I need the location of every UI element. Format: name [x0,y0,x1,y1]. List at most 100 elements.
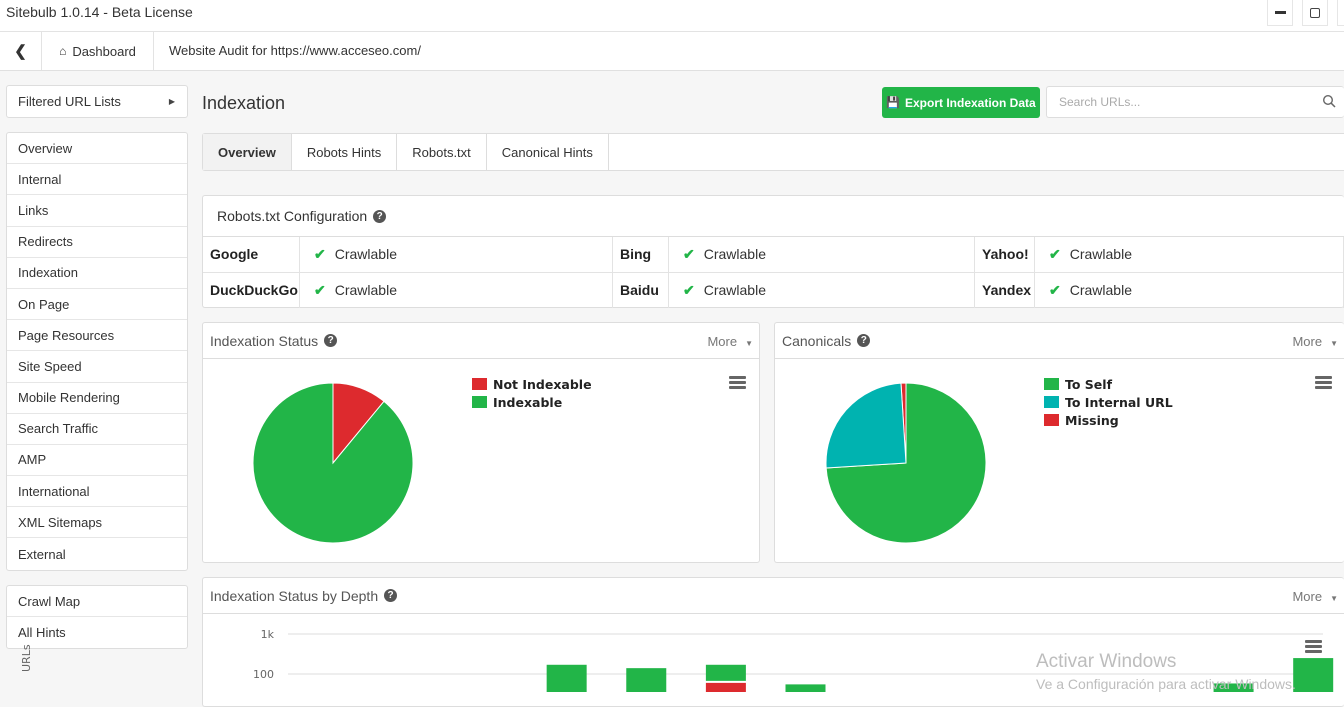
help-icon[interactable]: ? [384,589,398,602]
legend-label: Not Indexable [493,376,592,392]
more-dropdown[interactable]: More ▼ [707,334,753,349]
tab-overview[interactable]: Overview [203,134,292,170]
sidebar-item-crawl-map[interactable]: Crawl Map [7,586,187,618]
check-icon: ✔ [1049,281,1061,298]
legend-item[interactable]: To Self [1044,375,1173,393]
sidebar-item-page-resources[interactable]: Page Resources [7,320,187,352]
help-icon[interactable]: ? [857,334,871,347]
crawl-status: ✔ Crawlable [300,237,613,273]
crawl-status: ✔ Crawlable [669,272,975,308]
more-dropdown[interactable]: More ▼ [1292,589,1338,604]
help-icon[interactable]: ? [324,334,338,347]
depth-bar-chart: 1k 100 [253,628,1334,692]
dashboard-label: Dashboard [72,43,136,59]
bar-not-indexable[interactable] [705,682,746,692]
status-text: Crawlable [334,246,397,263]
more-dropdown[interactable]: More ▼ [1292,334,1338,349]
dashboard-link[interactable]: ⌂ Dashboard [42,32,154,70]
pie-slice-indexable[interactable] [252,382,414,544]
tab-robots-txt[interactable]: Robots.txt [397,134,487,170]
breadcrumb: Website Audit for https://www.acceseo.co… [169,43,421,58]
bar-indexable[interactable] [626,668,667,692]
caret-right-icon: ▶ [168,97,175,106]
sidebar-item-on-page[interactable]: On Page [7,289,187,321]
sidebar-item-amp[interactable]: AMP [7,445,187,477]
legend-item[interactable]: Missing [1044,411,1173,429]
close-button[interactable] [1337,0,1344,26]
bar-indexable[interactable] [1293,658,1334,692]
chart-legend: To Self To Internal URL Missing [1044,375,1173,429]
chevron-left-icon: ❮ [14,43,27,60]
check-icon: ✔ [1049,245,1061,262]
legend-swatch [1044,378,1059,390]
legend-label: Missing [1065,412,1119,428]
indexation-pie-chart [252,382,414,544]
home-icon: ⌂ [59,44,67,58]
sidebar-extra-nav: Crawl Map All Hints [6,585,188,650]
bar-indexable[interactable] [705,664,746,681]
sidebar-item-redirects[interactable]: Redirects [7,227,187,258]
sidebar-item-international[interactable]: International [7,476,187,508]
check-icon: ✔ [683,281,695,298]
legend-label: To Internal URL [1065,394,1173,410]
tab-canonical-hints[interactable]: Canonical Hints [487,134,609,170]
legend-swatch [1044,396,1059,408]
sidebar-item-mobile-rendering[interactable]: Mobile Rendering [7,383,187,414]
filtered-url-lists-button[interactable]: Filtered URL Lists ▶ [6,85,188,118]
sidebar-item-links[interactable]: Links [7,195,187,227]
sidebar-item-all-hints[interactable]: All Hints [7,617,187,648]
status-text: Crawlable [1069,282,1132,299]
robots-config-panel: Robots.txt Configuration ? Google ✔ Crawla… [202,195,1344,308]
search-box [1046,86,1344,118]
sidebar-item-site-speed[interactable]: Site Speed [7,351,187,383]
help-icon[interactable]: ? [373,209,387,223]
window-title: Sitebulb 1.0.14 - Beta License [6,4,193,20]
search-input[interactable] [1047,87,1297,117]
indexation-status-panel: Indexation Status ? More ▼ Not Indexable I… [202,322,760,563]
y-axis-title: URLs [20,644,33,672]
nav-bar: ❮ ⌂ Dashboard Website Audit for https://… [0,32,1344,71]
legend-label: To Self [1065,376,1113,392]
more-label: More [1292,334,1323,349]
sidebar-item-internal[interactable]: Internal [7,164,187,196]
pie-slice-to-internal-url[interactable] [825,382,907,469]
maximize-button[interactable] [1302,0,1328,26]
sidebar-item-search-traffic[interactable]: Search Traffic [7,414,187,445]
title-bar: Sitebulb 1.0.14 - Beta License [0,0,1344,32]
legend-swatch [472,396,487,408]
minimize-icon [1274,11,1286,14]
chart-menu-icon[interactable] [1315,376,1332,389]
engine-name: Baidu [613,272,669,308]
legend-label: Indexable [493,394,563,410]
legend-item[interactable]: To Internal URL [1044,393,1173,411]
sidebar-item-external[interactable]: External [7,538,187,569]
legend-swatch [472,378,487,390]
minimize-button[interactable] [1267,0,1293,26]
engine-name: Yahoo! [975,237,1035,273]
panel-header: Canonicals ? More ▼ [775,323,1344,359]
sidebar-item-overview[interactable]: Overview [7,133,187,165]
engine-name: Google [203,237,300,273]
search-icon[interactable] [1322,94,1336,108]
caret-down-icon: ▼ [1330,594,1338,603]
legend-item[interactable]: Indexable [472,393,592,411]
panel-header: Indexation Status ? More ▼ [203,323,759,359]
sidebar-item-indexation[interactable]: Indexation [7,258,187,289]
bar-indexable[interactable] [546,664,587,692]
bar-indexable[interactable] [1213,683,1254,692]
sidebar-item-xml-sitemaps[interactable]: XML Sitemaps [7,507,187,539]
check-icon: ✔ [314,245,326,262]
status-text: Crawlable [1069,246,1132,263]
chart-legend: Not Indexable Indexable [472,375,592,411]
panel-title: Canonicals [782,332,852,349]
tab-robots-hints[interactable]: Robots Hints [292,134,398,170]
check-icon: ✔ [683,245,695,262]
bar-indexable[interactable] [785,684,826,692]
export-indexation-button[interactable]: 💾 Export Indexation Data [882,87,1040,118]
panel-header: Indexation Status by Depth ? More ▼ [203,578,1344,614]
status-text: Crawlable [334,282,397,299]
engine-name: Bing [613,237,669,273]
chart-menu-icon[interactable] [729,376,746,389]
legend-item[interactable]: Not Indexable [472,375,592,393]
back-button[interactable]: ❮ [0,32,42,70]
